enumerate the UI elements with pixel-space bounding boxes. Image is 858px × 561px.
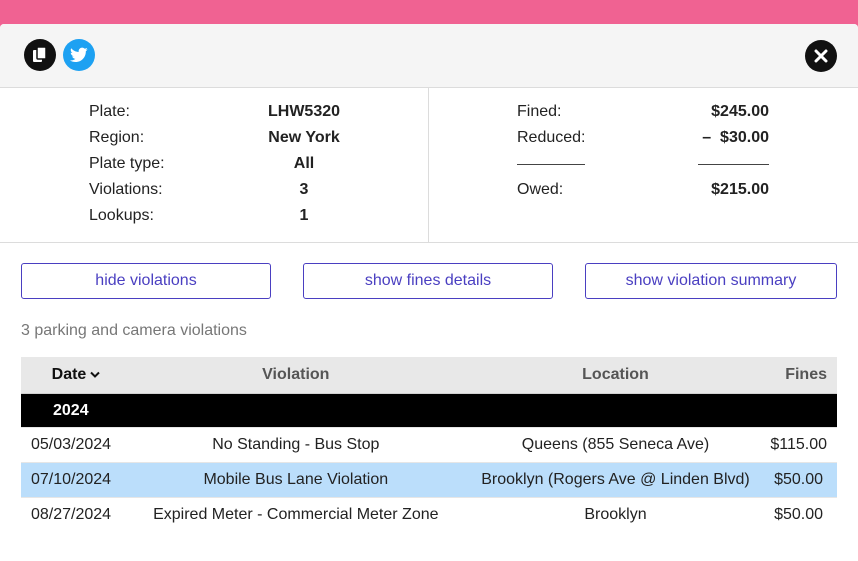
violation-location: Queens (855 Seneca Ave) — [460, 427, 771, 463]
table-row[interactable]: 05/03/2024 No Standing - Bus Stop Queens… — [21, 427, 837, 463]
table-header-row: Date Violation Location Fines — [21, 357, 837, 394]
violation-type: No Standing - Bus Stop — [130, 427, 461, 463]
owed-value: $215.00 — [711, 181, 769, 198]
lookups-value: 1 — [299, 207, 309, 224]
plate-lookup-modal: Plate: LHW5320 Region: New York Plate ty… — [0, 24, 858, 561]
table-row[interactable]: 08/27/2024 Expired Meter - Commercial Me… — [21, 497, 837, 532]
violation-fine: $50.00 — [770, 497, 837, 532]
reduced-value: – $30.00 — [702, 129, 769, 146]
violations-label: Violations: — [89, 181, 163, 198]
plate-type-label: Plate type: — [89, 155, 165, 172]
show-violation-summary-button[interactable]: show violation summary — [585, 263, 837, 299]
plate-label: Plate: — [89, 103, 130, 120]
divider-left — [517, 164, 585, 165]
date-header-label: Date — [51, 366, 87, 384]
plate-type-value: All — [293, 155, 315, 172]
violation-date: 07/10/2024 — [21, 462, 131, 498]
reduced-label: Reduced: — [517, 129, 586, 146]
show-fines-details-button[interactable]: show fines details — [303, 263, 553, 299]
violation-column-header[interactable]: Violation — [130, 357, 461, 394]
summary-section: Plate: LHW5320 Region: New York Plate ty… — [0, 88, 858, 243]
violation-count-text: 3 parking and camera violations — [21, 322, 247, 339]
divider-right — [698, 164, 769, 165]
violation-date: 08/27/2024 — [21, 497, 131, 532]
violation-location: Brooklyn (Rogers Ave @ Linden Blvd) — [460, 462, 771, 498]
violation-type: Expired Meter - Commercial Meter Zone — [130, 497, 461, 532]
violation-date: 05/03/2024 — [21, 427, 131, 463]
owed-label: Owed: — [517, 181, 564, 198]
modal-header — [0, 24, 858, 88]
violation-type: Mobile Bus Lane Violation — [130, 462, 461, 498]
hide-violations-button[interactable]: hide violations — [21, 263, 271, 299]
twitter-icon[interactable] — [63, 39, 95, 71]
year-label: 2024 — [21, 393, 837, 428]
copy-icon[interactable] — [24, 39, 56, 71]
violation-location: Brooklyn — [460, 497, 771, 532]
table-row[interactable]: 07/10/2024 Mobile Bus Lane Violation Bro… — [21, 462, 837, 498]
violation-fine: $115.00 — [770, 427, 837, 463]
chevron-down-icon — [90, 366, 101, 384]
lookups-label: Lookups: — [89, 207, 154, 224]
plate-summary: Plate: LHW5320 Region: New York Plate ty… — [0, 88, 429, 242]
fined-label: Fined: — [517, 103, 562, 120]
region-value: New York — [268, 129, 340, 146]
date-column-header[interactable]: Date — [21, 357, 131, 394]
close-icon[interactable] — [805, 40, 837, 72]
plate-value: LHW5320 — [267, 103, 341, 120]
violation-fine: $50.00 — [770, 462, 837, 498]
fines-summary: Fined: $245.00 Reduced: – $30.00 Owed: $… — [429, 88, 858, 242]
fines-column-header[interactable]: Fines — [770, 357, 837, 394]
year-group-row: 2024 — [21, 393, 837, 428]
region-label: Region: — [89, 129, 145, 146]
violations-value: 3 — [299, 181, 309, 198]
fined-value: $245.00 — [711, 103, 769, 120]
violations-table: Date Violation Location Fines 2024 05/03… — [21, 357, 837, 532]
location-column-header[interactable]: Location — [460, 357, 771, 394]
